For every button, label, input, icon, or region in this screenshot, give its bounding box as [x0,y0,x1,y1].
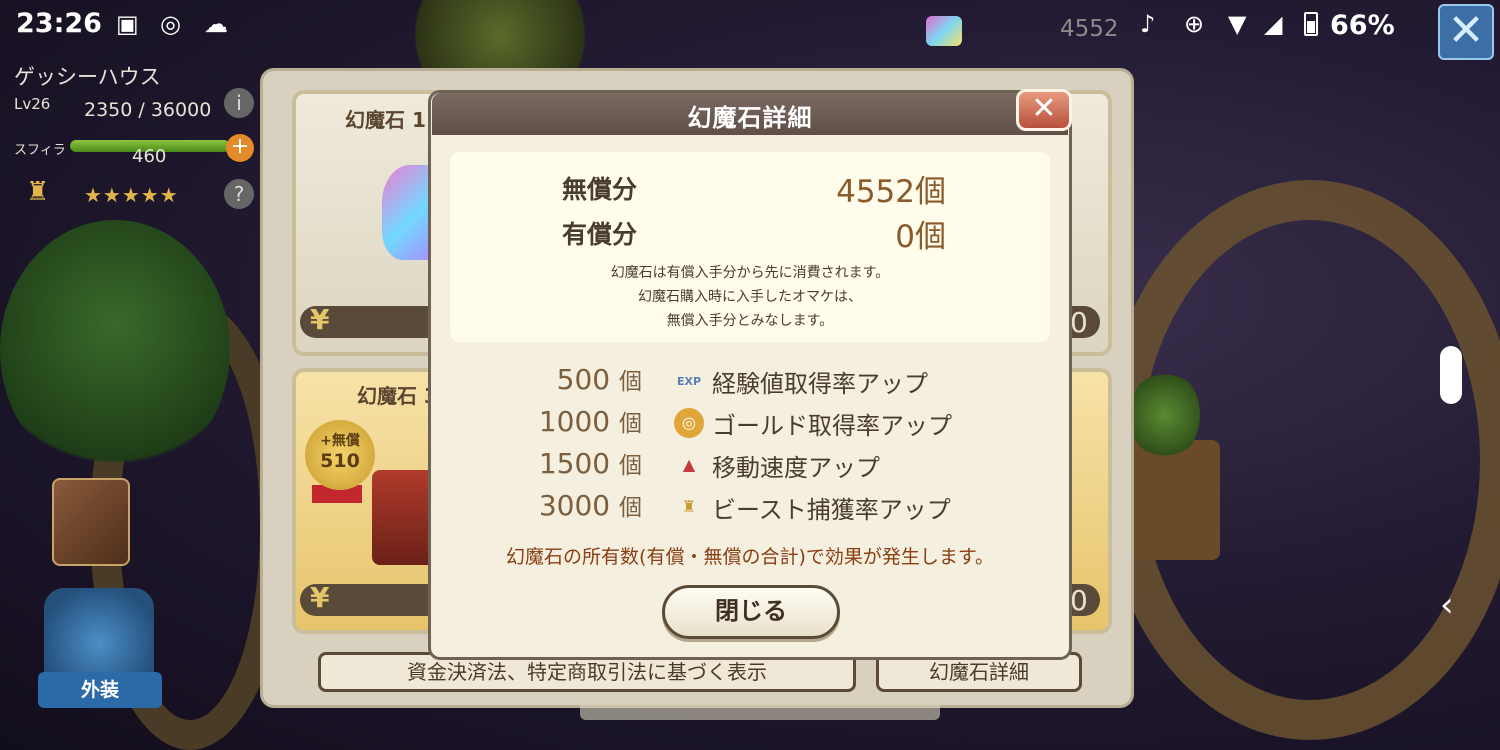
lamp-icon: ♜ [26,177,50,207]
product-title-1: 幻魔石 1 [345,108,426,132]
cloud-icon: ☁ [204,10,228,38]
game-close-icon[interactable]: ✕ [1438,4,1494,60]
background-foliage-right [1130,370,1200,460]
battery-icon [1304,12,1318,36]
bonus-count-value: 500 [556,363,611,396]
bonus-text: 移動速度アップ [712,454,880,482]
bonus-unit: 個 [619,369,642,395]
rank-stars: ★★★★★ [84,183,179,207]
bonus-unit: 個 [619,453,642,479]
close-button[interactable]: 閉じる [662,585,840,639]
bonus-count-value: 3000 [538,489,611,522]
gem-icon [926,16,962,46]
bonus-count: 1500 個 [500,446,642,480]
player-name: ゲッシーハウス [14,65,161,89]
exp-icon: EXP [676,375,702,388]
book-icon[interactable] [52,478,130,566]
nfc-icon: ♪ [1140,10,1156,38]
gold-coin-icon: ◎ [674,408,704,438]
image-icon: ▣ [116,10,139,38]
sphira-label: スフィラ [14,143,66,158]
add-sphira-icon[interactable]: + [226,134,254,162]
battery-level: 66% [1330,10,1395,41]
player-level: Lv26 [14,95,51,113]
status-time: 23:26 [16,8,102,39]
bonus-unit: 個 [619,411,642,437]
bonus-unit: 個 [619,495,642,521]
yen-icon: ¥ [310,303,330,336]
chevron-left-icon[interactable]: ‹ [1440,585,1454,625]
boot-icon: ▲ [682,455,696,474]
close-icon[interactable]: ✕ [1016,89,1072,131]
bonus-text: 経験値取得率アップ [712,370,928,398]
paid-value: 0個 [895,219,946,255]
bonus-text: ゴールド取得率アップ [712,412,952,440]
paid-label: 有償分 [562,220,638,249]
note-line: 無償入手分とみなします。 [666,313,834,329]
badge-label: +無償 [320,433,360,449]
free-value: 4552個 [836,174,946,210]
help-icon[interactable]: ? [224,179,254,209]
dialog-title: 幻魔石詳細 [687,104,813,132]
player-panel: ゲッシーハウス Lv26 2350 / 36000 i スフィラ 460 + ♜… [6,55,254,215]
note-line: 幻魔石購入時に入手したオマケは、 [638,289,862,305]
effect-footnote: 幻魔石の所有数(有償・無償の合計)で効果が発生します。 [506,546,994,568]
background-foliage-left [0,220,230,480]
yen-icon: ¥ [310,581,330,614]
gem-count: 4552 [1060,16,1119,42]
wifi-icon: ▼ [1228,10,1247,38]
note-line: 幻魔石は有償入手分から先に消費されます。 [610,265,890,281]
costume-label[interactable]: 外装 [38,672,162,708]
price-tail-2: 0 [1070,584,1088,617]
player-exp: 2350 / 36000 [84,99,212,121]
bonus-count: 1000 個 [500,404,642,438]
status-bar: 23:26 ▣ ◎ ☁ 4552 ♪ ⊕ ▼ ◢ 66% ✕ [0,0,1500,60]
bottom-tabs [580,700,940,720]
bonus-count-value: 1000 [538,405,611,438]
lamp-icon: ♜ [681,497,697,516]
price-tail-1: 0 [1070,306,1088,339]
bonus-badge: +無償 510 [305,420,375,490]
info-icon[interactable]: i [224,88,254,118]
bonus-count: 3000 個 [500,488,642,522]
bonus-count-value: 1500 [538,447,611,480]
bonus-count: 500 個 [500,362,642,396]
signal-icon: ◢ [1264,10,1283,38]
badge-number: 510 [320,450,360,472]
bonus-text: ビースト捕獲率アップ [712,496,951,524]
scroll-handle[interactable] [1440,346,1462,404]
free-label: 無償分 [562,175,638,204]
instagram-icon: ◎ [160,10,181,38]
sphira-value: 460 [132,146,167,167]
data-saver-icon: ⊕ [1184,10,1205,38]
